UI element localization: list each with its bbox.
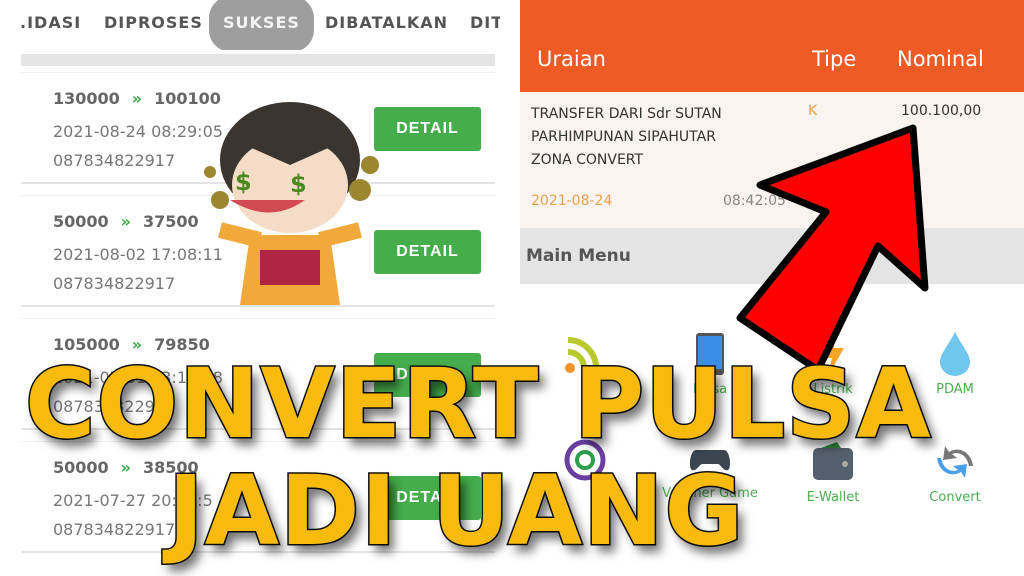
mascot-character-icon: $ $ xyxy=(204,102,379,305)
overlay-title-line1: CONVERT PULSA xyxy=(24,347,933,462)
svg-text:$: $ xyxy=(235,168,252,196)
overlay-title-line2: JADI UANG xyxy=(166,454,745,569)
svg-text:$: $ xyxy=(290,170,307,198)
